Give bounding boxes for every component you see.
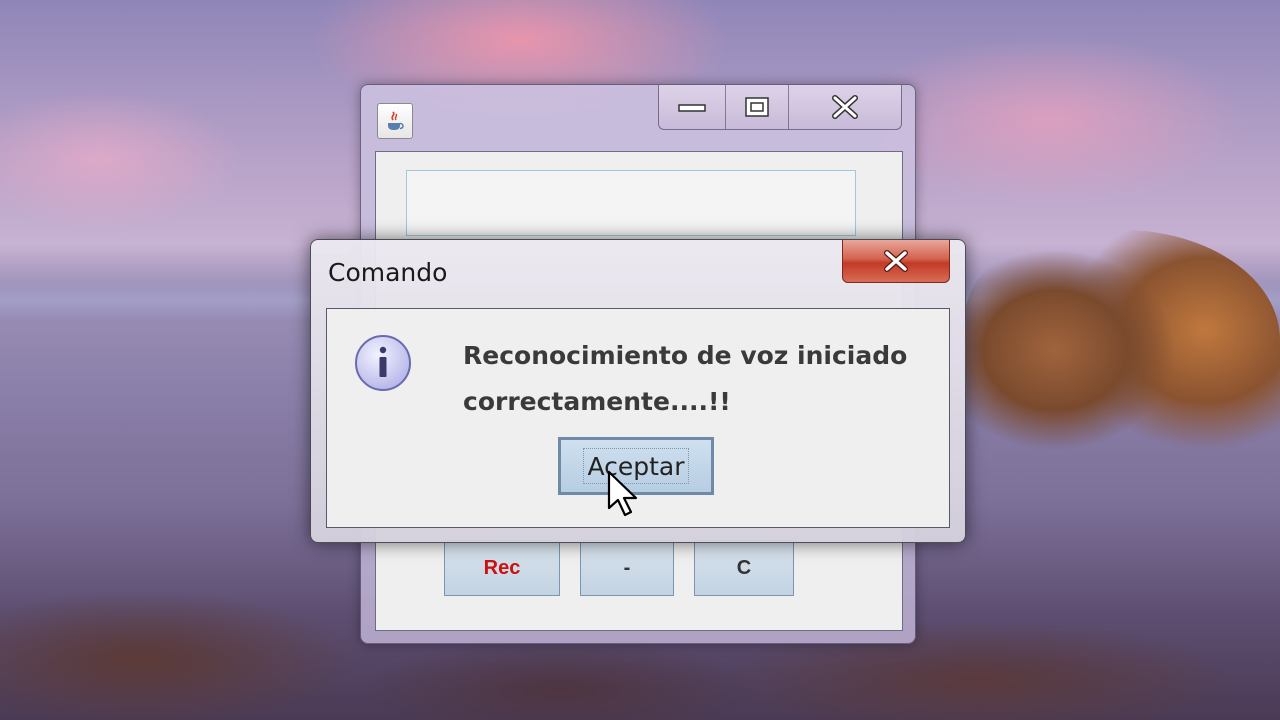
mouse-cursor-icon	[607, 470, 638, 517]
maximize-button[interactable]	[726, 85, 789, 129]
close-icon	[884, 250, 908, 272]
dialog-message: Reconocimiento de voz iniciado correctam…	[463, 333, 923, 425]
dialog-close-button[interactable]	[842, 240, 950, 283]
minus-button[interactable]: -	[580, 540, 674, 596]
info-icon	[355, 335, 411, 391]
clear-button[interactable]: C	[694, 540, 794, 596]
window-close-button[interactable]	[789, 85, 901, 129]
desktop-rocks-right	[965, 230, 1280, 450]
minimize-icon	[678, 104, 706, 112]
rec-button[interactable]: Rec	[444, 540, 560, 596]
window-caption-buttons	[658, 85, 902, 130]
message-line-1: Reconocimiento de voz iniciado	[463, 341, 908, 370]
java-icon[interactable]	[377, 103, 413, 139]
maximize-icon	[745, 97, 769, 117]
dialog-title: Comando	[328, 258, 448, 287]
close-icon	[832, 95, 858, 119]
message-line-2: correctamente....!!	[463, 387, 731, 416]
minimize-button[interactable]	[659, 85, 726, 129]
display-text-field[interactable]	[406, 170, 856, 236]
